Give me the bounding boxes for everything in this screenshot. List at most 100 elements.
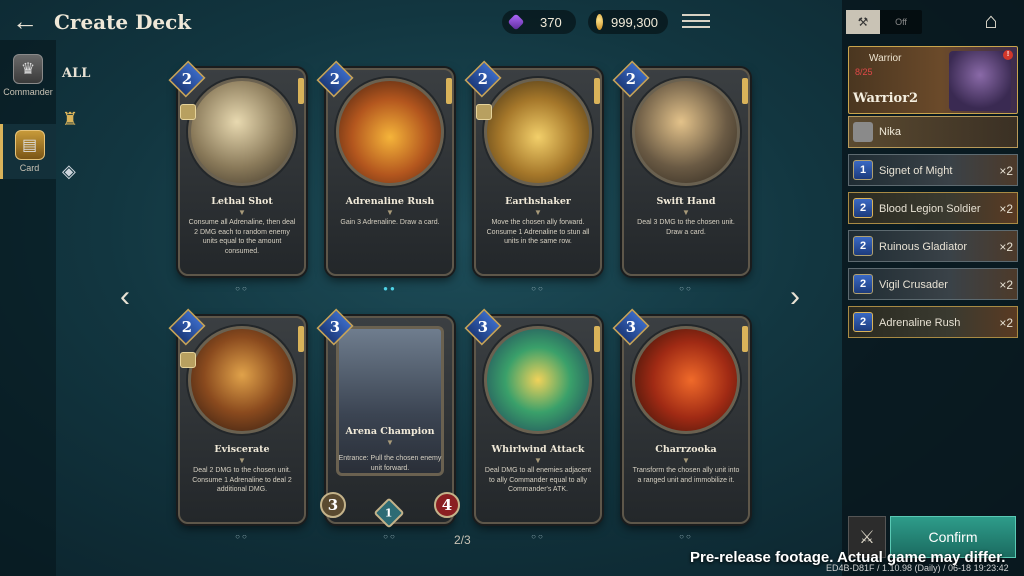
item-name: Ruinous Gladiator	[879, 241, 968, 253]
card-arena-champion[interactable]: 3 Arena Champion ▼ Entrance: Pull the ch…	[316, 308, 460, 541]
attack-stat: 3	[320, 492, 346, 518]
deck-list-item[interactable]: 2 Vigil Crusader ×2	[848, 268, 1018, 300]
gem-counter: 370	[502, 10, 576, 34]
filter-all[interactable]: ALL	[62, 66, 92, 81]
item-quantity: ×2	[999, 278, 1013, 292]
deck-class: Warrior	[869, 53, 902, 64]
rarity-marker	[742, 78, 748, 104]
gold-counter: 999,300	[588, 10, 668, 34]
card-art	[188, 326, 296, 434]
card-art	[632, 326, 740, 434]
gem-amount: 370	[540, 14, 562, 30]
build-info: ED4B-D81F / 1.10.98 (Daily) / 06-18 19:2…	[826, 563, 1009, 573]
card-name: Eviscerate	[214, 444, 270, 455]
card-text: Gain 3 Adrenaline. Draw a card.	[340, 219, 440, 226]
card-name: Adrenaline Rush	[345, 196, 435, 207]
item-quantity: ×2	[999, 316, 1013, 330]
card-name: Swift Hand	[656, 196, 716, 207]
card-icon: ▤	[14, 130, 45, 160]
copies-indicator: ○○	[679, 284, 693, 293]
divider-icon: ▼	[386, 438, 394, 447]
card-whirlwind-attack[interactable]: 3 Whirlwind Attack ▼ Deal DMG to all ene…	[464, 308, 602, 541]
card-lethal-shot[interactable]: 2 Lethal Shot ▼ Consume all Adrenaline, …	[168, 60, 306, 293]
card-adrenaline-rush[interactable]: 2 Adrenaline Rush ▼ Gain 3 Adrenaline. D…	[316, 60, 454, 293]
divider-icon: ▼	[534, 456, 542, 465]
trait-icon	[180, 352, 196, 368]
rarity-marker	[446, 78, 452, 104]
card-name: Arena Champion	[345, 426, 435, 437]
deck-list-item[interactable]: 2 Adrenaline Rush ×2	[848, 306, 1018, 338]
sort-filter-icon[interactable]	[682, 10, 710, 34]
prev-page-arrow-icon[interactable]: ‹	[120, 280, 130, 314]
trait-icon	[180, 104, 196, 120]
gold-coin-icon	[596, 14, 603, 30]
copies-indicator: ○○	[531, 284, 545, 293]
card-swift-hand[interactable]: 2 Swift Hand ▼ Deal 3 DMG to the chosen …	[612, 60, 750, 293]
rarity-marker	[298, 78, 304, 104]
divider-icon: ▼	[534, 208, 542, 217]
page-indicator: 2/3	[454, 533, 471, 547]
deck-list-item[interactable]: 1 Signet of Might ×2	[848, 154, 1018, 186]
gold-amount: 999,300	[611, 14, 658, 30]
card-name: Charrzooka	[655, 444, 717, 455]
card-name: Whirlwind Attack	[491, 444, 585, 455]
card-text: Move the chosen ally forward. Consume 1 …	[486, 219, 590, 245]
tab-commander-label: Commander	[3, 87, 53, 97]
deck-header[interactable]: Warrior 8/25 Warrior2 !	[848, 46, 1018, 114]
alert-badge: !	[1003, 50, 1013, 60]
item-name: Adrenaline Rush	[879, 317, 961, 329]
item-cost: 2	[853, 198, 873, 218]
anvil-icon[interactable]: ⚒	[846, 10, 880, 34]
copies-indicator: ●●	[383, 284, 397, 293]
deck-name: Warrior2	[853, 91, 919, 106]
copies-indicator: ○○	[235, 284, 249, 293]
copies-indicator: ○○	[679, 532, 693, 541]
rarity-marker	[594, 78, 600, 104]
tab-card[interactable]: ▤ Card	[0, 124, 56, 179]
filter-column: ALL ♜ ◈	[62, 66, 92, 183]
card-art	[336, 78, 444, 186]
card-earthshaker[interactable]: 2 Earthshaker ▼ Move the chosen ally for…	[464, 60, 602, 293]
card-art	[484, 78, 592, 186]
auto-toggle[interactable]: ⚒ Off	[846, 10, 922, 34]
item-cost: 2	[853, 312, 873, 332]
next-page-arrow-icon[interactable]: ›	[790, 280, 800, 314]
tab-commander[interactable]: ♛ Commander	[0, 54, 56, 97]
deck-list-item[interactable]: 2 Ruinous Gladiator ×2	[848, 230, 1018, 262]
copies-indicator: ○○	[531, 532, 545, 541]
commander-row[interactable]: Nika	[848, 116, 1018, 148]
trait-icon	[476, 104, 492, 120]
rarity-marker	[742, 326, 748, 352]
deck-card-count: 8/25	[855, 67, 873, 77]
item-cost: 2	[853, 236, 873, 256]
card-name: Earthshaker	[505, 196, 571, 207]
item-name: Vigil Crusader	[879, 279, 948, 291]
copies-indicator: ○○	[383, 532, 397, 541]
card-text: Deal 3 DMG to the chosen unit. Draw a ca…	[637, 219, 735, 236]
deck-list-item[interactable]: 2 Blood Legion Soldier ×2	[848, 192, 1018, 224]
card-eviscerate[interactable]: 2 Eviscerate ▼ Deal 2 DMG to the chosen …	[168, 308, 306, 541]
card-text: Transform the chosen ally unit into a ra…	[632, 467, 740, 484]
item-name: Signet of Might	[879, 165, 953, 177]
gem-icon	[507, 13, 525, 31]
rarity-marker	[298, 326, 304, 352]
card-charrzooka[interactable]: 3 Charrzooka ▼ Transform the chosen ally…	[612, 308, 750, 541]
card-art	[188, 78, 296, 186]
toggle-label: Off	[895, 17, 907, 27]
item-name: Blood Legion Soldier	[879, 203, 981, 215]
back-arrow-icon[interactable]: ←	[12, 8, 46, 36]
item-quantity: ×2	[999, 164, 1013, 178]
commander-icon	[853, 122, 873, 142]
divider-icon: ▼	[682, 208, 690, 217]
item-cost: 1	[853, 160, 873, 180]
warrior-class-icon[interactable]: ♜	[62, 109, 88, 131]
divider-icon: ▼	[238, 456, 246, 465]
neutral-class-icon[interactable]: ◈	[62, 161, 88, 183]
card-text: Entrance: Pull the chosen enemy unit for…	[338, 455, 442, 472]
card-text: Deal 2 DMG to the chosen unit. Consume 1…	[192, 467, 292, 493]
home-icon[interactable]: ⌂	[974, 8, 1008, 36]
deck-card-list: 1 Signet of Might ×2 2 Blood Legion Sold…	[848, 154, 1018, 344]
item-quantity: ×2	[999, 240, 1013, 254]
card-name: Lethal Shot	[211, 196, 273, 207]
rarity-marker	[594, 326, 600, 352]
